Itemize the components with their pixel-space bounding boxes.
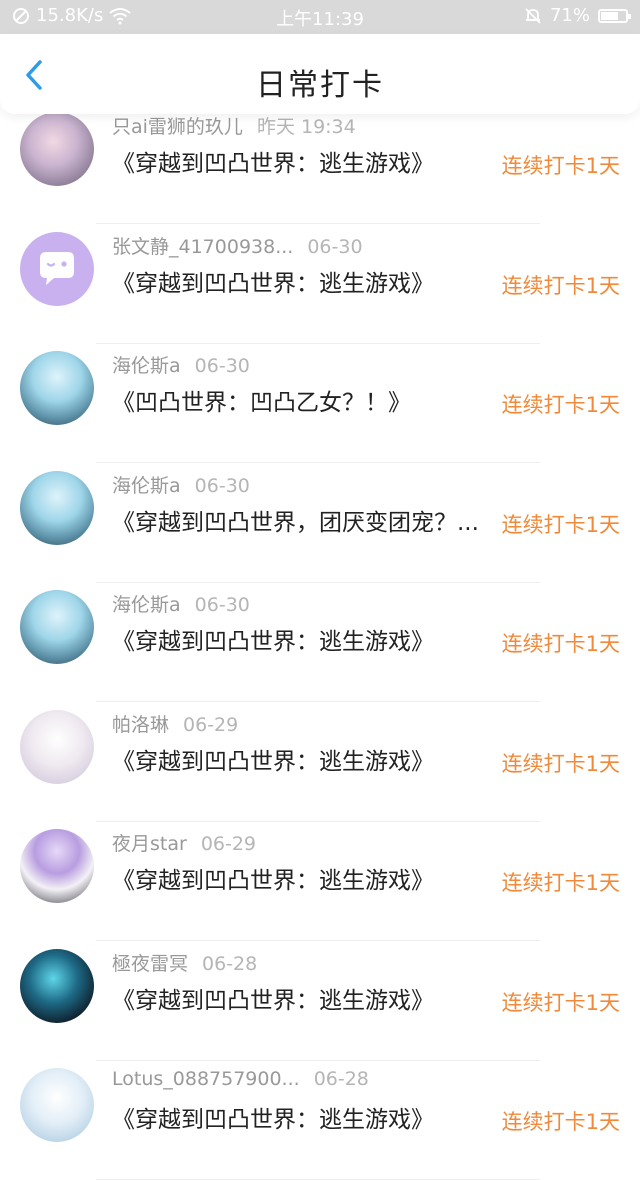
checkin-date: 06-28 (313, 1068, 369, 1090)
avatar[interactable] (20, 590, 94, 664)
streak-label: 连续打卡1天 (501, 632, 620, 656)
checkin-date: 昨天 19:34 (256, 116, 356, 138)
avatar[interactable] (20, 112, 94, 186)
checkin-row[interactable]: 帕洛琳 06-29 《穿越到凹凸世界：逃生游戏》 连续打卡1天 (0, 710, 640, 822)
bell-muted-icon (525, 7, 541, 24)
checkin-date: 06-28 (202, 953, 258, 975)
checkin-meta: 帕洛琳 06-29 (112, 710, 238, 737)
checkin-row[interactable]: Lotus_088757900... 06-28 《穿越到凹凸世界：逃生游戏》 连续打… (0, 1068, 640, 1180)
streak-label: 连续打卡1天 (501, 991, 620, 1015)
book-title[interactable]: 《穿越到凹凸世界：逃生游戏》 (112, 622, 497, 656)
book-title[interactable]: 《穿越到凹凸世界：逃生游戏》 (112, 264, 497, 298)
username[interactable]: 张文静_41700938... (112, 236, 293, 258)
checkin-meta: 海伦斯a 06-30 (112, 351, 250, 378)
checkin-row[interactable]: 张文静_41700938... 06-30 《穿越到凹凸世界：逃生游戏》 连续打卡1天 (0, 232, 640, 344)
avatar[interactable] (20, 829, 94, 903)
checkin-date: 06-29 (183, 714, 239, 736)
nav-header: 日常打卡 (0, 34, 640, 114)
battery-icon (598, 8, 631, 23)
book-title[interactable]: 《穿越到凹凸世界：逃生游戏》 (112, 861, 497, 895)
username[interactable]: 海伦斯a (112, 355, 181, 377)
checkin-meta: 海伦斯a 06-30 (112, 590, 250, 617)
row-divider (96, 462, 540, 463)
book-title[interactable]: 《穿越到凹凸世界：逃生游戏》 (112, 981, 497, 1015)
avatar[interactable] (20, 949, 94, 1023)
avatar[interactable] (20, 710, 94, 784)
checkin-date: 06-30 (194, 475, 250, 497)
status-right: 71% (524, 5, 631, 26)
row-divider (96, 223, 540, 224)
page-title: 日常打卡 (256, 68, 384, 103)
book-title[interactable]: 《穿越到凹凸世界：逃生游戏》 (112, 742, 497, 776)
row-divider (96, 1060, 540, 1061)
username[interactable]: 只ai雷狮的玖儿 (112, 116, 243, 138)
streak-label: 连续打卡1天 (501, 274, 620, 298)
avatar[interactable] (20, 1068, 94, 1142)
checkin-date: 06-29 (200, 833, 257, 855)
username[interactable]: 極夜雷冥 (112, 953, 188, 975)
username[interactable]: 帕洛琳 (112, 714, 169, 736)
checkin-row[interactable]: 海伦斯a 06-30 《穿越到凹凸世界，团厌变团宠？... 连续打卡1天 (0, 471, 640, 583)
row-divider (96, 701, 540, 702)
streak-label: 连续打卡1天 (501, 393, 620, 417)
streak-label: 连续打卡1天 (501, 513, 620, 537)
username[interactable]: 夜月star (112, 833, 187, 855)
book-title[interactable]: 《穿越到凹凸世界：逃生游戏》 (112, 1100, 497, 1134)
avatar[interactable] (20, 471, 94, 545)
book-title[interactable]: 《穿越到凹凸世界，团厌变团宠？... (112, 503, 497, 537)
avatar[interactable] (20, 351, 94, 425)
checkin-meta: 夜月star 06-29 (112, 829, 256, 856)
checkin-row[interactable]: 夜月star 06-29 《穿越到凹凸世界：逃生游戏》 连续打卡1天 (0, 829, 640, 941)
checkin-date: 06-30 (307, 236, 363, 258)
streak-label: 连续打卡1天 (501, 752, 620, 776)
checkin-row[interactable]: 海伦斯a 06-30 《穿越到凹凸世界：逃生游戏》 连续打卡1天 (0, 590, 640, 702)
checkin-date: 06-30 (194, 594, 250, 616)
book-title[interactable]: 《穿越到凹凸世界：逃生游戏》 (112, 144, 497, 178)
username[interactable]: 海伦斯a (112, 594, 181, 616)
checkin-meta: 海伦斯a 06-30 (112, 471, 250, 498)
streak-label: 连续打卡1天 (501, 871, 620, 895)
checkin-date: 06-30 (194, 355, 250, 377)
row-divider (96, 940, 540, 941)
row-divider (96, 582, 540, 583)
checkin-meta: Lotus_088757900... 06-28 (112, 1068, 369, 1090)
checkin-meta: 张文静_41700938... 06-30 (112, 232, 363, 259)
checkin-row[interactable]: 極夜雷冥 06-28 《穿越到凹凸世界：逃生游戏》 连续打卡1天 (0, 949, 640, 1061)
username[interactable]: 海伦斯a (112, 475, 181, 497)
checkin-row[interactable]: 海伦斯a 06-30 《凹凸世界：凹凸乙女？！》 连续打卡1天 (0, 351, 640, 463)
chat-bubble-icon (40, 252, 74, 285)
checkin-meta: 極夜雷冥 06-28 (112, 949, 257, 976)
checkin-row[interactable]: 只ai雷狮的玖儿 昨天 19:34 《穿越到凹凸世界：逃生游戏》 连续打卡1天 (0, 112, 640, 224)
row-divider (96, 821, 540, 822)
username[interactable]: Lotus_088757900... (112, 1068, 300, 1090)
row-divider (96, 343, 540, 344)
checkin-meta: 只ai雷狮的玖儿 昨天 19:34 (112, 112, 356, 139)
avatar[interactable] (20, 232, 94, 306)
status-bar: 15.8K/s 上午11:39 71% (0, 0, 640, 34)
battery-percent: 71% (549, 5, 590, 26)
streak-label: 连续打卡1天 (501, 154, 620, 178)
streak-label: 连续打卡1天 (501, 1110, 620, 1134)
book-title[interactable]: 《凹凸世界：凹凸乙女？！》 (112, 383, 497, 417)
